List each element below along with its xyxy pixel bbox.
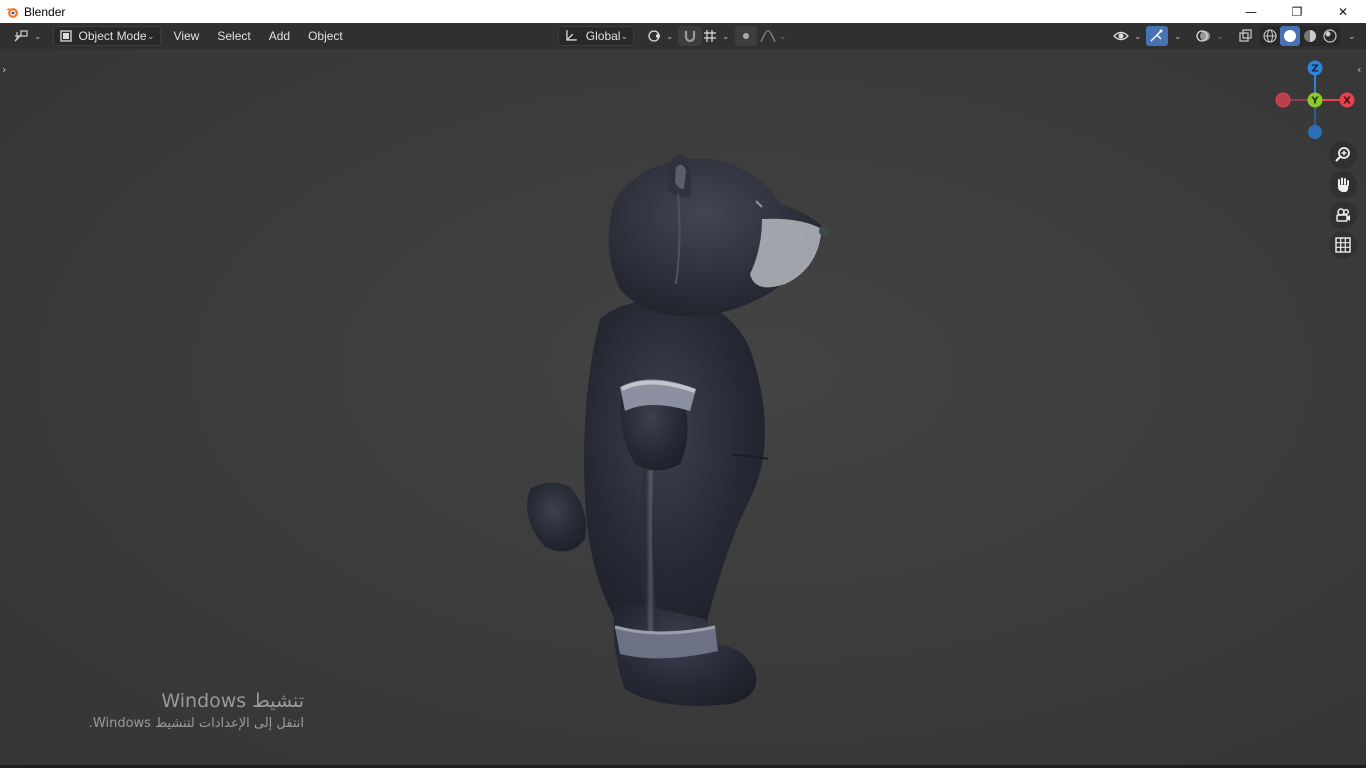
window-titlebar: Blender — ❐ ✕	[0, 0, 1366, 23]
activation-title: تنشيط Windows	[161, 690, 304, 712]
chevron-down-icon: ⌄	[666, 30, 674, 41]
zoom-icon	[1335, 147, 1350, 162]
gizmo-x-label: X	[1343, 96, 1351, 107]
chevron-down-icon: ⌄	[1216, 30, 1224, 41]
magnet-icon	[684, 31, 696, 43]
chevron-down-icon: ⌄	[1348, 30, 1356, 41]
restore-button[interactable]: ❐	[1274, 0, 1320, 23]
xray-icon	[1239, 29, 1252, 42]
perspective-toggle-button[interactable]	[1329, 231, 1357, 259]
gizmo-y-label: Y	[1310, 96, 1319, 107]
teddy-bear-model[interactable]	[500, 99, 860, 719]
hand-icon	[1337, 177, 1349, 192]
chevron-down-icon: ⌄	[722, 30, 730, 41]
minimize-button[interactable]: —	[1228, 0, 1274, 23]
object-mode-icon	[59, 30, 72, 42]
minimize-icon: —	[1245, 4, 1257, 19]
chevron-down-icon: ⌄	[1134, 30, 1142, 41]
proportional-edit-toggle[interactable]	[735, 26, 757, 46]
snap-grid-icon	[704, 30, 716, 42]
windows-activation-watermark: تنشيط Windows انتقل إلى الإعدادات لتنشيط…	[0, 689, 304, 735]
shading-solid-button[interactable]	[1280, 26, 1300, 46]
pivot-point-button[interactable]: ⌄	[642, 26, 679, 46]
transform-orientation-selector[interactable]: Global ⌄	[558, 26, 634, 46]
shading-rendered-button[interactable]	[1320, 26, 1340, 46]
chevron-down-icon: ⌄	[620, 30, 628, 41]
mode-selector[interactable]: Object Mode ⌄	[52, 26, 161, 46]
3d-viewport[interactable]: › ‹ Z X Y تنشيط Windows انتقل إلى الإعدا…	[0, 49, 1366, 765]
material-sphere-icon	[1304, 30, 1316, 42]
rendered-sphere-icon	[1323, 29, 1337, 43]
mode-label: Object Mode	[78, 29, 147, 43]
toolbar-expand-arrow-icon[interactable]: ›	[2, 63, 6, 76]
menu-add[interactable]: Add	[264, 26, 295, 46]
shading-wireframe-button[interactable]	[1260, 26, 1280, 46]
xray-toggle[interactable]	[1234, 26, 1258, 46]
menu-view[interactable]: View	[169, 26, 205, 46]
gizmo-icon	[1150, 29, 1163, 42]
viewport-header: ⌄ Object Mode ⌄ View Select Add Object G…	[0, 23, 1366, 49]
pivot-icon	[648, 30, 660, 42]
close-window-button[interactable]: ✕	[1320, 0, 1366, 23]
chevron-down-icon: ⌄	[34, 30, 42, 41]
overlays-icon	[1196, 30, 1210, 42]
wireframe-sphere-icon	[1263, 29, 1277, 43]
visibility-button[interactable]: ⌄	[1108, 26, 1147, 46]
solid-sphere-icon	[1284, 30, 1296, 42]
camera-view-button[interactable]	[1329, 201, 1357, 229]
chevron-down-icon: ⌄	[779, 30, 787, 41]
falloff-button[interactable]: ⌄	[755, 26, 792, 46]
orientation-label: Global	[585, 29, 621, 43]
camera-icon	[1336, 208, 1350, 222]
window-title: Blender	[24, 4, 66, 19]
overlays-toggle[interactable]: ⌄	[1190, 26, 1229, 46]
shading-mode-group	[1260, 26, 1340, 46]
proportional-edit-icon	[743, 33, 749, 39]
editor-type-icon	[14, 30, 28, 42]
navigation-gizmo[interactable]: Z X Y	[1271, 59, 1361, 144]
show-gizmo-toggle[interactable]	[1146, 26, 1168, 46]
orientation-global-icon	[566, 30, 577, 41]
snap-target-button[interactable]: ⌄	[698, 26, 735, 46]
falloff-curve-icon	[760, 30, 776, 43]
blender-logo-icon	[4, 4, 20, 20]
chevron-down-icon: ⌄	[147, 30, 155, 41]
activation-subtitle: انتقل إلى الإعدادات لتنشيط Windows.	[88, 716, 304, 731]
chevron-down-icon: ⌄	[1174, 30, 1182, 41]
zoom-button[interactable]	[1329, 141, 1357, 169]
shading-material-button[interactable]	[1300, 26, 1320, 46]
grid-icon	[1335, 237, 1351, 253]
restore-icon: ❐	[1291, 4, 1303, 19]
shading-options-button[interactable]: ⌄	[1340, 26, 1361, 46]
eye-icon	[1113, 31, 1129, 41]
gizmo-options-button[interactable]: ⌄	[1166, 26, 1187, 46]
editor-type-button[interactable]: ⌄	[8, 26, 47, 46]
pan-button[interactable]	[1329, 171, 1357, 199]
gizmo-z-label: Z	[1311, 64, 1318, 75]
close-icon: ✕	[1337, 4, 1349, 19]
menu-object[interactable]: Object	[303, 26, 348, 46]
menu-select[interactable]: Select	[212, 26, 255, 46]
